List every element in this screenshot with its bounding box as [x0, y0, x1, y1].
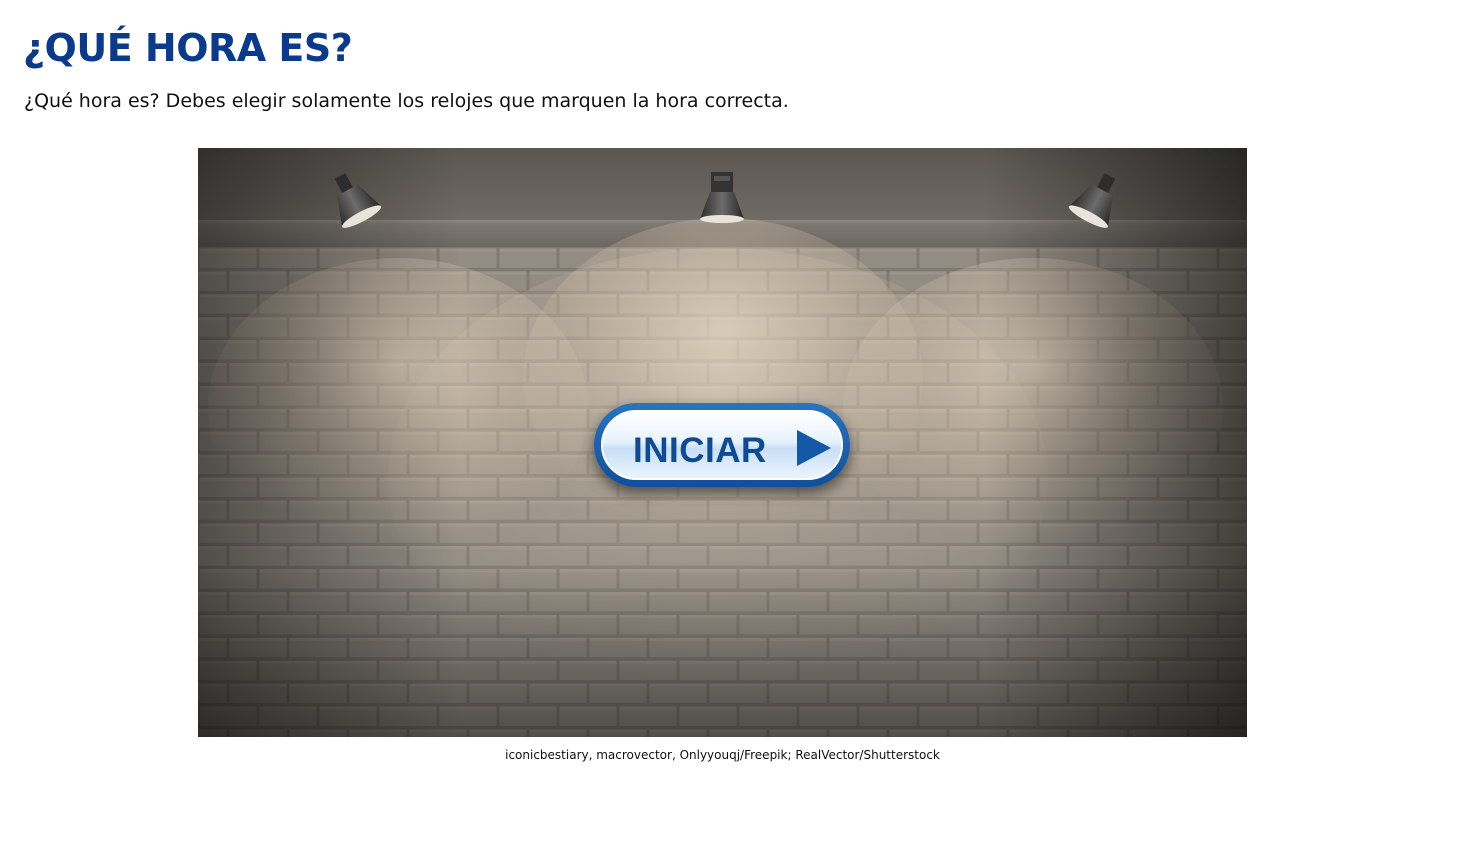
- play-icon: [797, 430, 831, 466]
- image-credits: iconicbestiary, macrovector, Onlyyouqj/F…: [505, 748, 940, 762]
- start-button-face: INICIAR: [601, 410, 843, 480]
- start-button-label: INICIAR: [633, 431, 767, 470]
- instructions-text: ¿Qué hora es? Debes elegir solamente los…: [24, 90, 789, 112]
- page-title: ¿QUÉ HORA ES?: [23, 26, 353, 70]
- activity-stage: INICIAR: [198, 148, 1247, 737]
- start-button[interactable]: INICIAR: [594, 403, 850, 487]
